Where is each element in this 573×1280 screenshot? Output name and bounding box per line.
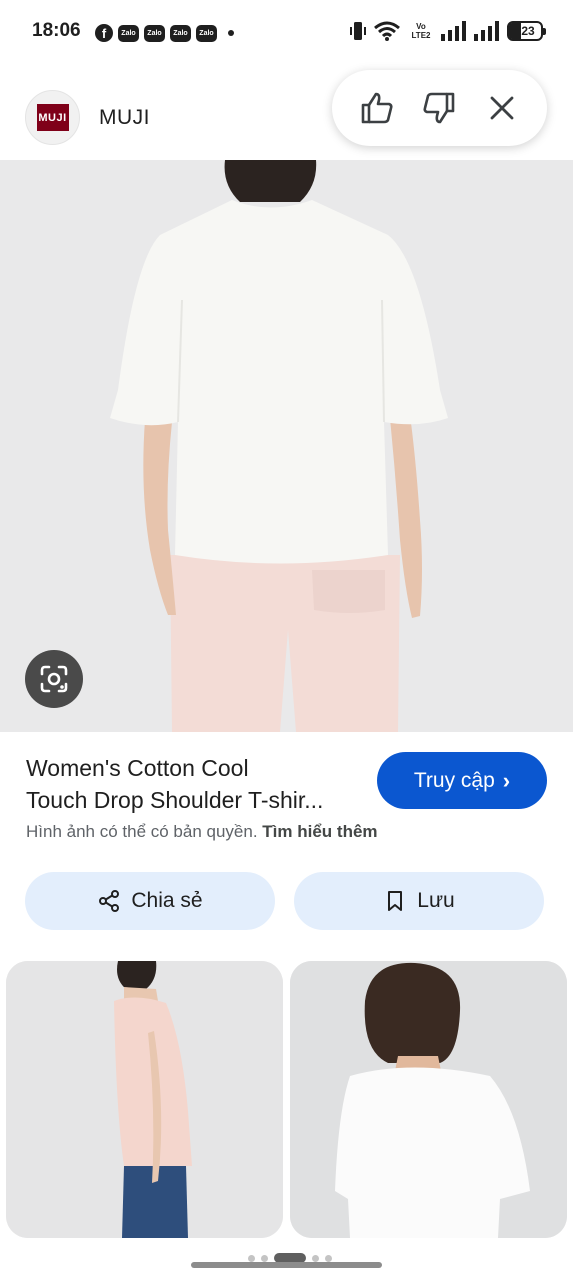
notification-icons: f Zalo Zalo Zalo Zalo (95, 24, 234, 42)
status-time: 18:06 (32, 20, 81, 41)
copyright-notice: Hình ảnh có thể có bản quyền. Tìm hiểu t… (26, 822, 378, 842)
visit-button[interactable]: Truy cập › (377, 752, 547, 809)
product-title[interactable]: Women's Cotton Cool Touch Drop Shoulder … (26, 752, 371, 816)
page-dot (325, 1254, 332, 1262)
zalo-icon: Zalo (170, 24, 191, 42)
thumbs-up-icon (361, 92, 393, 124)
lens-icon (40, 665, 68, 693)
signal-icon (441, 21, 466, 41)
zalo-icon: Zalo (144, 24, 165, 42)
visit-label: Truy cập (413, 768, 495, 792)
share-icon (99, 890, 120, 912)
save-button[interactable]: Lưu (294, 872, 544, 930)
volte-label-top: Vo (416, 22, 426, 31)
zalo-icon: Zalo (196, 24, 217, 42)
copyright-text: Hình ảnh có thể có bản quyền. (26, 822, 258, 841)
close-icon (490, 96, 514, 120)
page-dot (312, 1254, 319, 1262)
learn-more-link[interactable]: Tìm hiểu thêm (262, 822, 377, 841)
brand-logo[interactable]: MUJI (25, 90, 80, 145)
related-photo-back (290, 961, 567, 1238)
lens-button[interactable] (25, 650, 83, 708)
related-image[interactable] (6, 961, 283, 1238)
page-dot (248, 1254, 255, 1262)
thumbs-down-icon (423, 92, 455, 124)
battery-icon: 23 (507, 21, 546, 41)
related-photo-side (6, 961, 283, 1238)
share-label: Chia sẻ (131, 889, 203, 912)
home-indicator[interactable] (191, 1262, 382, 1268)
page-dot (261, 1254, 268, 1262)
facebook-icon: f (95, 24, 113, 42)
more-notifications-dot (228, 30, 234, 36)
chevron-right-icon: › (502, 767, 511, 793)
related-image[interactable] (290, 961, 567, 1238)
wifi-icon (374, 21, 400, 41)
share-button[interactable]: Chia sẻ (25, 872, 275, 930)
close-button[interactable] (480, 86, 524, 130)
bookmark-icon (388, 891, 403, 911)
product-image[interactable] (0, 160, 573, 732)
product-title-line1: Women's Cotton Cool (26, 755, 249, 781)
signal-icon (474, 21, 499, 41)
status-bar: 18:06 f Zalo Zalo Zalo Zalo Vo LTE2 23 (0, 0, 573, 64)
brand-logo-mark: MUJI (36, 104, 69, 131)
brand-name[interactable]: MUJI (99, 106, 150, 130)
battery-level: 23 (521, 24, 535, 38)
thumbs-down-button[interactable] (417, 86, 461, 130)
product-photo (0, 160, 573, 732)
vibrate-icon (350, 22, 366, 40)
system-icons: Vo LTE2 23 (350, 20, 546, 42)
volte-icon: Vo LTE2 (408, 22, 434, 40)
feedback-pill (332, 70, 547, 146)
volte-label-bottom: LTE2 (411, 31, 431, 40)
thumbs-up-button[interactable] (355, 86, 399, 130)
save-label: Lưu (417, 889, 455, 912)
product-title-line2: Touch Drop Shoulder T-shir... (26, 787, 324, 813)
zalo-icon: Zalo (118, 24, 139, 42)
